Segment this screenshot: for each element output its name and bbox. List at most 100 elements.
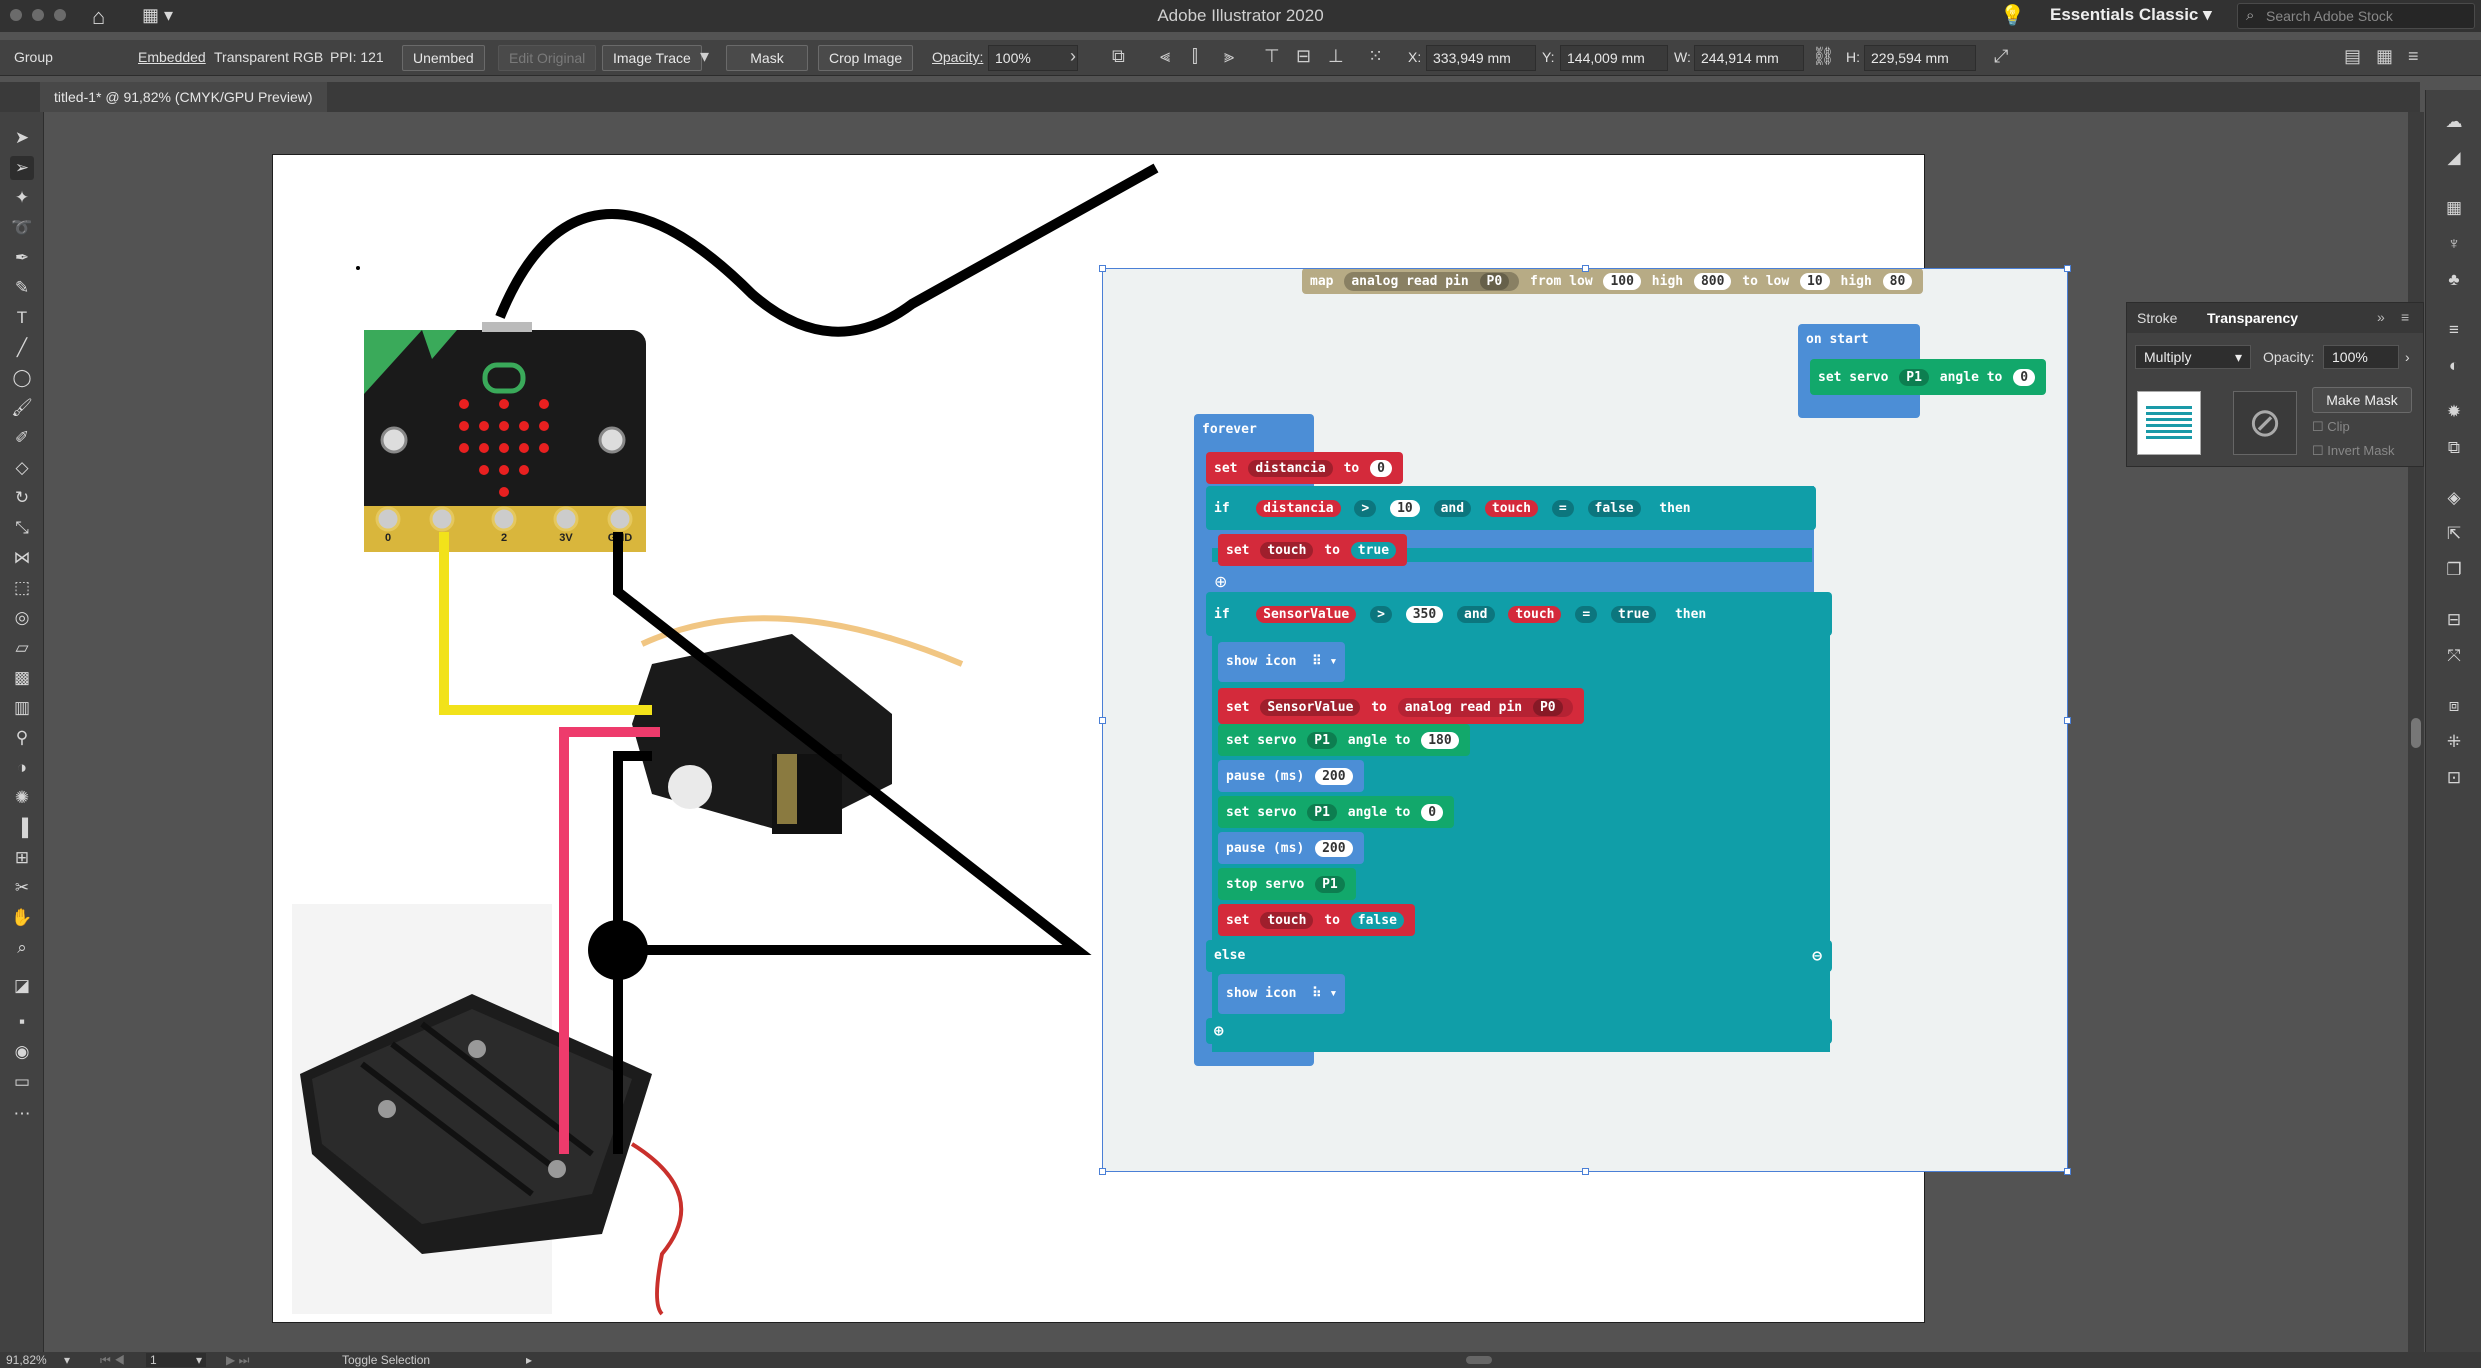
panel-options-icon[interactable]: ▦ [2376,46,2393,67]
embedded-link[interactable]: Embedded [138,49,206,65]
scale-tool-icon[interactable]: ⤡ [10,516,34,540]
panel-menu-icon[interactable]: ≡ [2401,309,2409,325]
width-tool-icon[interactable]: ⋈ [10,546,34,570]
tab-stroke[interactable]: Stroke [2137,310,2177,326]
gradient-tool-icon[interactable]: ▥ [10,696,34,720]
align-left-icon[interactable]: ⫷ [1160,46,1170,67]
pathfinder-icon[interactable]: ⧈ [2442,694,2466,718]
curvature-tool-icon[interactable]: ✎ [10,276,34,300]
symbols-icon[interactable]: ♣ [2442,268,2466,292]
libraries-icon[interactable]: ☁ [2442,110,2466,134]
align-bottom-icon[interactable]: ⊥ [1328,46,1344,67]
rotate-tool-icon[interactable]: ↻ [10,486,34,510]
scroll-thumb[interactable] [2411,718,2421,748]
workspace-switcher[interactable]: Essentials Classic ▾ [2050,5,2212,25]
draw-mode-icon[interactable]: ◉ [10,1040,34,1064]
document-tab[interactable]: titled-1* @ 91,82% (CMYK/GPU Preview) [40,82,327,112]
ellipse-tool-icon[interactable]: ◯ [10,366,34,390]
transform-icon[interactable]: ⤢ [1994,46,2008,67]
menu-icon[interactable]: ≡ [2408,46,2419,67]
tab-transparency[interactable]: Transparency [2207,310,2298,326]
stroke-panel-icon[interactable]: ≡ [2442,318,2466,342]
reference-point-icon[interactable]: ⁙ [1368,46,1383,67]
asset-export-icon[interactable]: ⇱ [2442,522,2466,546]
swatches-icon[interactable]: ▦ [2442,196,2466,220]
w-input[interactable]: 244,914 mm [1694,45,1804,71]
next-artboard-icon[interactable]: ▶ ⏭ [226,1353,249,1368]
junction-dot[interactable] [588,920,648,980]
artboard-dropdown-icon[interactable]: ▾ [196,1353,202,1367]
align-center-icon[interactable]: ⫿ [1192,46,1198,67]
align-top-icon[interactable]: ⊤ [1264,46,1280,67]
zoom-dropdown-icon[interactable]: ▾ [64,1353,70,1367]
chevron-right-icon[interactable]: › [2405,349,2410,365]
hand-tool-icon[interactable]: ✋ [10,906,34,930]
lasso-icon[interactable]: ➰ [10,216,34,240]
resize-handle[interactable] [2064,1168,2071,1175]
align-middle-icon[interactable]: ⊟ [1296,46,1311,67]
gradient-panel-icon[interactable]: ◢ [2442,146,2466,170]
crop-image-button[interactable]: Crop Image [818,45,914,71]
resize-handle[interactable] [1582,1168,1589,1175]
unembed-button[interactable]: Unembed [402,45,485,71]
grid-icon[interactable]: ⁜ [2442,730,2466,754]
graphic-styles-icon[interactable]: ⧉ [2442,436,2466,460]
pen-tool-icon[interactable]: ✒ [10,246,34,270]
magic-wand-icon[interactable]: ✦ [10,186,34,210]
recolor-icon[interactable]: ⧉ [1112,46,1125,67]
shaper-tool-icon[interactable]: ✐ [10,426,34,450]
color-mode-icon[interactable]: ▪ [10,1010,34,1034]
mesh-tool-icon[interactable]: ▩ [10,666,34,690]
zoom-level[interactable]: 91,82% [6,1353,47,1367]
resize-handle[interactable] [2064,717,2071,724]
screen-mode-icon[interactable]: ▭ [10,1070,34,1094]
paintbrush-icon[interactable]: 🖌 [10,396,34,420]
direct-selection-tool-icon[interactable]: ➢ [10,156,34,180]
horizontal-scroll-thumb[interactable] [1466,1356,1492,1364]
lightbulb-icon[interactable]: 💡 [2000,3,2025,28]
status-menu-icon[interactable]: ▸ [526,1353,532,1367]
chevron-down-icon[interactable]: ▾ [700,46,709,67]
chevron-right-icon[interactable]: › [1070,46,1076,67]
arrange-icon[interactable]: ▤ [2344,46,2361,67]
free-transform-icon[interactable]: ⬚ [10,576,34,600]
artboards-icon[interactable]: ❐ [2442,558,2466,582]
layers-icon[interactable]: ◈ [2442,486,2466,510]
microbit-board[interactable]: 0 1 2 3V GND [364,322,646,552]
shape-builder-icon[interactable]: ◎ [10,606,34,630]
column-graph-icon[interactable]: ▐ [10,816,34,840]
make-mask-button[interactable]: Make Mask [2312,387,2412,413]
brushes-icon[interactable]: ♆ [2442,232,2466,256]
opacity-input[interactable]: 100% [2323,345,2399,369]
artboard-tool-icon[interactable]: ⊞ [10,846,34,870]
more-tools-icon[interactable]: ⋯ [10,1102,34,1126]
transform-panel-icon[interactable]: ⤧ [2442,644,2466,668]
resize-handle[interactable] [1582,265,1589,272]
line-tool-icon[interactable]: ╱ [10,336,34,360]
y-input[interactable]: 144,009 mm [1560,45,1668,71]
vertical-scrollbar[interactable] [2408,112,2424,1352]
zoom-tool-icon[interactable]: ⌕ [10,936,34,960]
perspective-grid-icon[interactable]: ▱ [10,636,34,660]
align-right-icon[interactable]: ⫸ [1224,46,1234,67]
black-cable[interactable] [495,163,1159,337]
blend-mode-select[interactable]: Multiply ▾ [2135,345,2251,369]
stock-search-input[interactable]: ⌕ Search Adobe Stock [2237,3,2475,29]
symbol-sprayer-icon[interactable]: ✺ [10,786,34,810]
type-tool-icon[interactable]: T [10,306,34,330]
properties-icon[interactable]: ⊡ [2442,766,2466,790]
blend-tool-icon[interactable]: ◑ [10,756,34,780]
resize-handle[interactable] [1099,717,1106,724]
eraser-icon[interactable]: ◇ [10,456,34,480]
selection-tool-icon[interactable]: ➤ [10,126,34,150]
eyedropper-icon[interactable]: ⚲ [10,726,34,750]
h-input[interactable]: 229,594 mm [1864,45,1976,71]
slice-tool-icon[interactable]: ✂ [10,876,34,900]
opacity-input[interactable]: 100% [988,45,1078,71]
image-trace-button[interactable]: Image Trace [602,45,702,71]
appearance-icon[interactable]: ✹ [2442,400,2466,424]
align-panel-icon[interactable]: ⊟ [2442,608,2466,632]
x-input[interactable]: 333,949 mm [1426,45,1536,71]
fill-stroke-swatch-icon[interactable]: ◪ [10,974,34,998]
link-icon[interactable]: ⛓ [1812,46,1835,67]
